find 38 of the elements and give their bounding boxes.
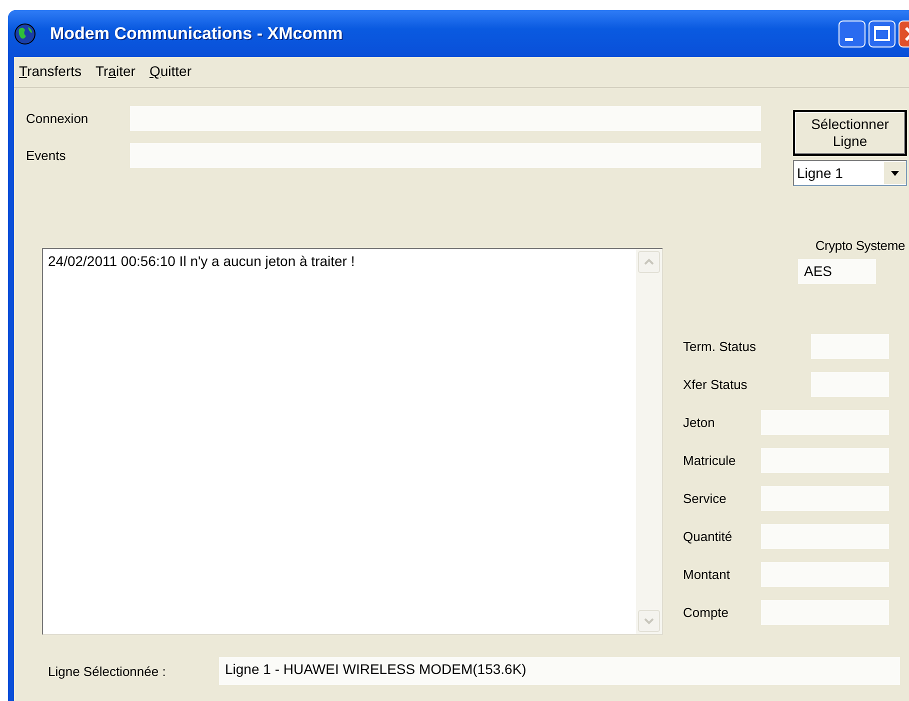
globe-icon bbox=[14, 22, 36, 44]
field-label: Connexion bbox=[26, 111, 90, 126]
status-label: Montant bbox=[683, 567, 731, 582]
text-field[interactable] bbox=[130, 106, 761, 131]
log-box[interactable]: 24/02/2011 00:56:10 Il n'y a aucun jeton à traiter ! bbox=[42, 248, 663, 635]
status-label: Jeton bbox=[683, 415, 716, 430]
selected-line-label: Ligne Sélectionnée : bbox=[48, 664, 167, 678]
minimize-button[interactable] bbox=[838, 20, 866, 48]
status-field[interactable] bbox=[761, 486, 889, 511]
text-field[interactable] bbox=[130, 143, 761, 168]
window-title: Modem Communications - XMcomm bbox=[50, 24, 344, 44]
status-field[interactable] bbox=[761, 410, 889, 435]
scroll-up-icon[interactable] bbox=[638, 251, 660, 273]
status-label: Quantité bbox=[683, 529, 734, 544]
status-field[interactable] bbox=[761, 600, 889, 625]
line-dropdown[interactable]: Ligne 1 bbox=[793, 160, 907, 186]
menu-item[interactable]: Transferts bbox=[18, 63, 83, 79]
maximize-button[interactable] bbox=[868, 20, 896, 48]
scroll-down-icon[interactable] bbox=[638, 610, 660, 632]
crypto-label: Crypto Systeme bbox=[815, 238, 905, 253]
status-label: Matricule bbox=[683, 453, 737, 468]
status-field[interactable] bbox=[811, 372, 889, 397]
crypto-field[interactable]: AES bbox=[798, 259, 876, 284]
status-label: Term. Status bbox=[683, 339, 757, 354]
scrollbar[interactable] bbox=[636, 249, 662, 634]
status-label: Compte bbox=[683, 605, 730, 620]
status-field[interactable] bbox=[761, 448, 889, 473]
status-label: Xfer Status bbox=[683, 377, 748, 392]
status-label: Service bbox=[683, 491, 728, 506]
selected-line-field[interactable]: Ligne 1 - HUAWEI WIRELESS MODEM(153.6K) bbox=[219, 657, 900, 685]
select-line-button[interactable]: Sélectionner Ligne bbox=[793, 110, 907, 156]
log-line: 24/02/2011 00:56:10 Il n'y a aucun jeton à traiter ! bbox=[48, 253, 356, 269]
menu-item[interactable]: Traiter bbox=[94, 63, 136, 79]
status-field[interactable] bbox=[761, 562, 889, 587]
field-label: Events bbox=[26, 148, 67, 163]
status-field[interactable] bbox=[761, 524, 889, 549]
menu-item[interactable]: Quitter bbox=[148, 63, 192, 79]
status-field[interactable] bbox=[811, 334, 889, 359]
